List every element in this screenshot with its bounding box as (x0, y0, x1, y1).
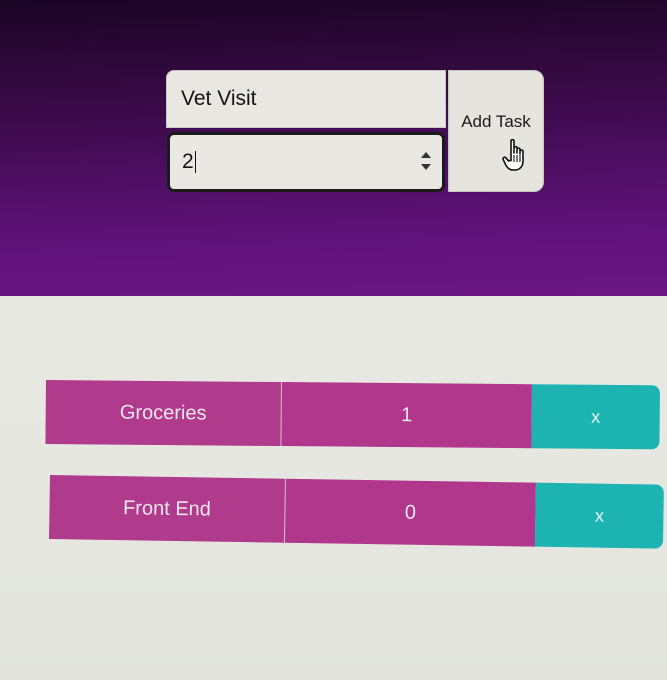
task-row: Groceries 1 x (45, 380, 664, 450)
text-caret (194, 151, 196, 173)
task-name: Front End (48, 475, 286, 543)
add-task-form: 2 Add Task (166, 70, 546, 194)
task-name: Groceries (45, 380, 282, 447)
delete-task-button[interactable]: x (534, 482, 664, 549)
chevron-down-icon[interactable] (421, 164, 431, 170)
delete-task-button[interactable]: x (531, 384, 660, 450)
add-task-button[interactable]: Add Task (448, 70, 544, 192)
task-row: Front End 0 x (48, 475, 667, 549)
task-count: 1 (281, 382, 532, 449)
chevron-up-icon[interactable] (421, 152, 431, 158)
stepper-arrows[interactable] (420, 149, 432, 175)
app-screen: 2 Add Task Groceries 1 x Front End 0 x (0, 0, 667, 680)
hand-pointer-icon (502, 138, 524, 171)
task-name-input[interactable] (166, 70, 446, 128)
task-count: 0 (284, 478, 536, 547)
add-task-button-label: Add Task (461, 112, 531, 131)
task-count-value: 2 (182, 150, 194, 173)
task-count-stepper[interactable]: 2 (167, 132, 445, 192)
